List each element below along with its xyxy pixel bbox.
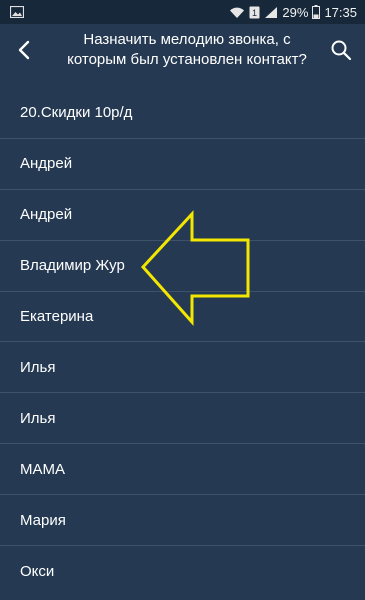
contact-list: 20.Скидки 10р/д Андрей Андрей Владимир Ж… xyxy=(0,88,365,597)
contact-item[interactable]: Мария xyxy=(0,495,365,547)
battery-icon xyxy=(312,5,321,19)
status-right: 1 29% 17:35 xyxy=(229,5,357,20)
contact-item[interactable]: МАМА xyxy=(0,444,365,496)
search-icon xyxy=(331,40,352,61)
image-icon xyxy=(10,6,24,18)
app-header: Назначить мелодию звонка, с которым был … xyxy=(0,24,365,76)
contact-item[interactable]: Екатерина xyxy=(0,292,365,343)
contact-name: Илья xyxy=(20,358,56,376)
contact-item[interactable]: Андрей xyxy=(0,139,365,190)
contact-item[interactable]: Илья xyxy=(0,342,365,394)
contact-item[interactable]: 20.Скидки 10р/д xyxy=(0,88,365,139)
contact-item[interactable]: Илья xyxy=(0,393,365,445)
sim-icon: 1 xyxy=(249,6,260,19)
contact-name: Илья xyxy=(20,409,56,427)
contact-name: 20.Скидки 10р/д xyxy=(20,104,133,122)
contact-item[interactable]: Андрей xyxy=(0,190,365,241)
back-button[interactable] xyxy=(10,36,38,64)
wifi-icon xyxy=(229,6,245,19)
status-bar: 1 29% 17:35 xyxy=(0,0,365,24)
contact-name: МАМА xyxy=(20,460,65,478)
contact-name: Мария xyxy=(20,511,66,529)
contact-name: Окси xyxy=(20,562,55,580)
contact-name: Андрей xyxy=(20,155,73,173)
clock: 17:35 xyxy=(324,4,357,20)
search-button[interactable] xyxy=(327,36,355,64)
signal-icon xyxy=(264,6,278,19)
back-arrow-icon xyxy=(18,40,30,60)
contact-item[interactable]: Окси xyxy=(0,546,365,597)
contact-name: Владимир Жур xyxy=(20,257,125,275)
contact-name: Екатерина xyxy=(20,308,94,325)
sim-badge: 1 xyxy=(252,8,257,18)
status-left xyxy=(10,6,24,18)
header-spacer xyxy=(0,76,365,88)
contact-name: Андрей xyxy=(20,206,73,224)
battery-percent: 29% xyxy=(282,4,309,20)
page-title: Назначить мелодию звонка, с которым был … xyxy=(67,31,307,68)
contact-item[interactable]: Владимир Жур xyxy=(0,241,365,292)
